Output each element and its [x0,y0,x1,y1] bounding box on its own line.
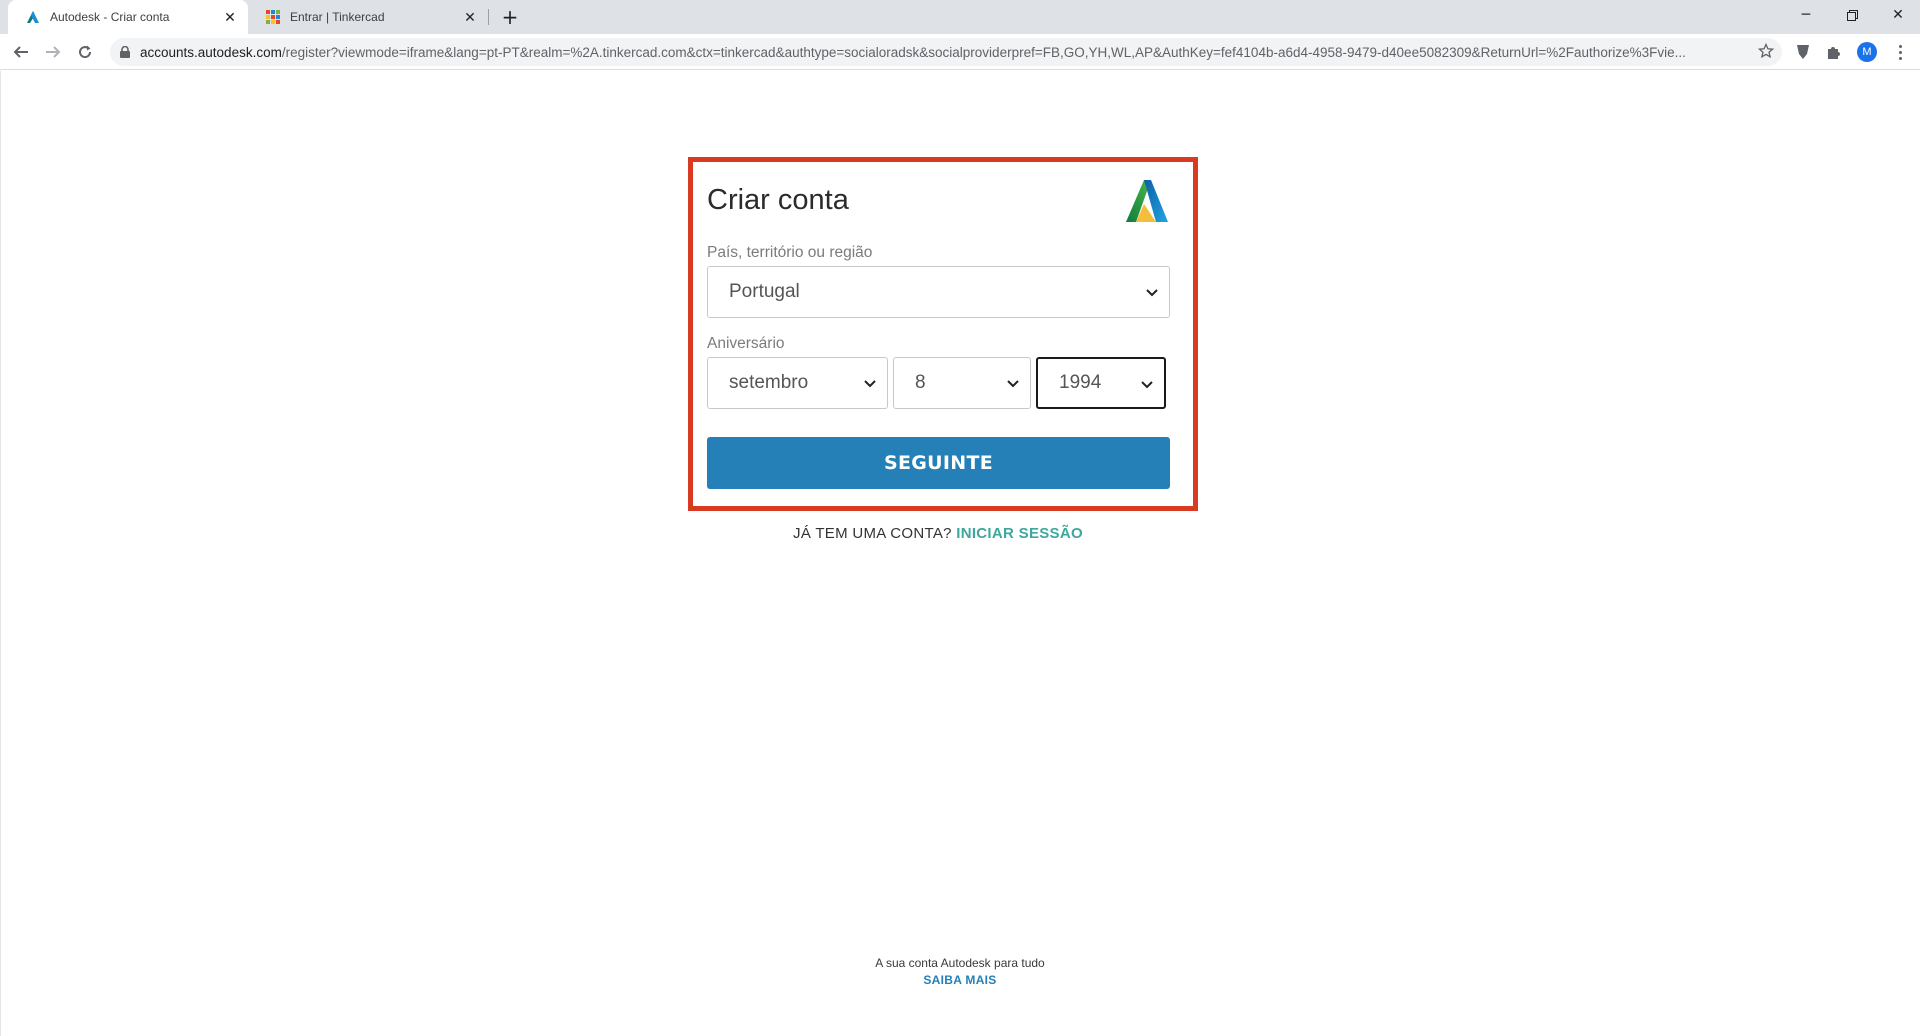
chevron-down-icon [1007,380,1019,388]
new-tab-icon[interactable]: + [498,5,522,29]
day-value: 8 [915,372,926,393]
profile-avatar[interactable]: M [1857,42,1877,62]
restore-icon[interactable] [1830,0,1874,30]
signin-prompt: JÁ TEM UMA CONTA? [793,525,952,542]
footer-text: A sua conta Autodesk para tudo [875,956,1045,970]
country-label: País, território ou região [707,244,873,261]
tab-autodesk[interactable]: Autodesk - Criar conta ✕ [8,0,248,34]
next-button[interactable]: SEGUINTE [707,437,1170,489]
back-icon[interactable] [8,39,34,65]
country-value: Portugal [729,281,800,302]
browser-toolbar: accounts.autodesk.com/register?viewmode=… [0,34,1920,70]
browser-tabstrip: Autodesk - Criar conta ✕ Entrar | Tinker… [0,0,1920,34]
address-bar[interactable]: accounts.autodesk.com/register?viewmode=… [110,38,1782,66]
bookmark-star-icon[interactable] [1757,42,1775,62]
minimize-icon[interactable]: ─ [1784,0,1828,30]
month-select[interactable]: setembro [707,357,888,409]
extensions-puzzle-icon[interactable] [1824,42,1844,62]
tab-title: Autodesk - Criar conta [50,10,170,24]
tinkercad-favicon-icon [265,9,281,25]
close-icon[interactable]: ✕ [462,9,478,25]
day-select[interactable]: 8 [893,357,1031,409]
birthday-label: Aniversário [707,335,785,352]
chevron-down-icon [1141,381,1153,389]
page-title: Criar conta [707,184,849,216]
autodesk-logo-icon [1124,178,1170,224]
url-host: accounts.autodesk.com [140,44,282,60]
close-window-icon[interactable]: ✕ [1876,0,1920,30]
lock-icon [120,46,130,58]
learn-more-link[interactable]: SAIBA MAIS [0,973,1920,987]
year-value: 1994 [1059,372,1102,393]
close-icon[interactable]: ✕ [222,9,238,25]
chevron-down-icon [864,380,876,388]
chevron-down-icon [1146,289,1158,297]
month-value: setembro [729,372,809,393]
year-select[interactable]: 1994 [1036,357,1166,409]
autodesk-favicon-icon [25,9,41,25]
reload-icon[interactable] [72,39,98,65]
forward-icon[interactable] [40,39,66,65]
country-select[interactable]: Portugal [707,266,1170,318]
tab-tinkercad[interactable]: Entrar | Tinkercad ✕ [248,0,488,34]
signin-prompt-row: JÁ TEM UMA CONTA? INICIAR SESSÃO [0,525,1876,542]
page-edge [0,71,1,1036]
url-path: /register?viewmode=iframe&lang=pt-PT&rea… [281,44,1686,60]
tab-title: Entrar | Tinkercad [290,10,385,24]
signin-link[interactable]: INICIAR SESSÃO [956,525,1083,542]
more-menu-icon[interactable] [1892,41,1908,63]
tab-divider [488,9,489,25]
extension-shield-icon[interactable] [1793,42,1813,62]
